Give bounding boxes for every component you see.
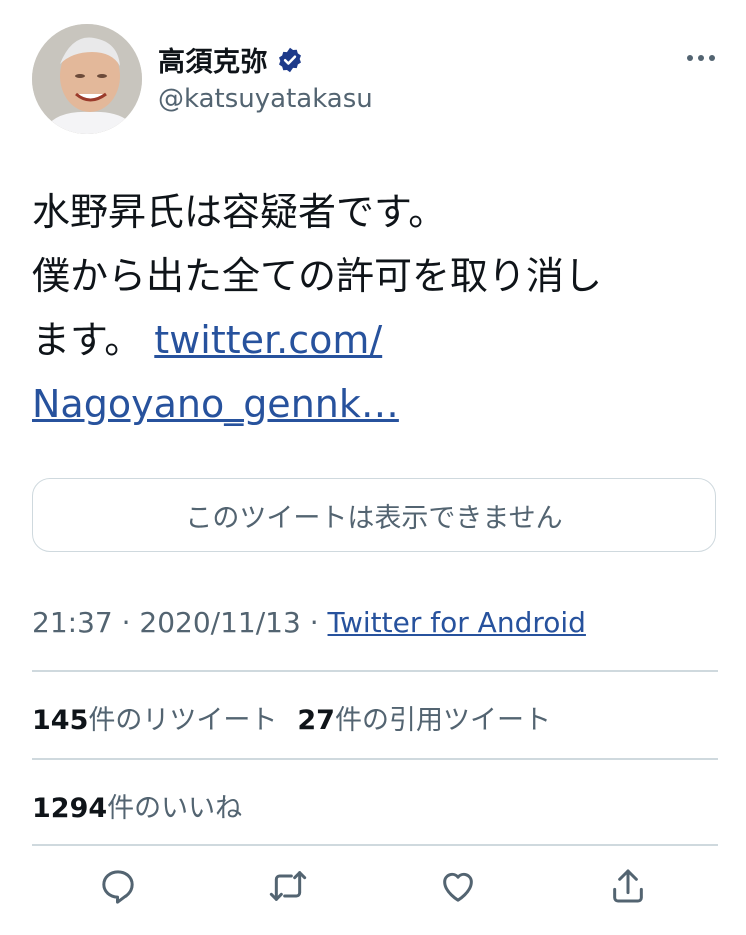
more-options-icon[interactable]: [683, 40, 719, 76]
quotes-stat[interactable]: 27件の引用ツイート: [297, 698, 551, 737]
meta-separator: ·: [309, 606, 319, 639]
tweet-line-text: ます。: [32, 318, 143, 362]
tweet-source-link[interactable]: Twitter for Android: [328, 606, 586, 639]
display-name-row[interactable]: 高須克弥: [158, 40, 304, 79]
quotes-label: 件の引用ツイート: [334, 705, 551, 736]
tweet-meta: 21:37 · 2020/11/13 · Twitter for Android: [32, 606, 586, 639]
quotes-count: 27: [297, 705, 335, 736]
engagement-stats: 145件のリツイート 27件の引用ツイート: [32, 698, 551, 737]
tweet-line: 水野昇氏は容疑者です。: [32, 190, 447, 234]
action-bar: [0, 866, 746, 916]
likes-label: 件のいいね: [107, 793, 243, 824]
tweet-link[interactable]: Nagoyano_gennk…: [32, 382, 399, 426]
tweet-time: 21:37: [32, 606, 113, 639]
reply-icon[interactable]: [98, 866, 138, 906]
user-handle[interactable]: @katsuyatakasu: [158, 84, 373, 114]
likes-stats: 1294件のいいね: [32, 786, 242, 825]
display-name[interactable]: 高須克弥: [158, 40, 268, 79]
tweet-line: 僕から出た全ての許可を取り消し: [32, 254, 603, 298]
likes-count: 1294: [32, 793, 108, 824]
quoted-tweet-unavailable: このツイートは表示できません: [32, 478, 716, 552]
share-icon[interactable]: [608, 866, 648, 906]
retweet-icon[interactable]: [268, 866, 308, 906]
like-icon[interactable]: [438, 866, 478, 906]
retweets-stat[interactable]: 145件のリツイート: [32, 698, 277, 737]
likes-stat[interactable]: 1294件のいいね: [32, 786, 242, 825]
divider: [32, 844, 718, 846]
avatar[interactable]: [32, 24, 142, 134]
tweet-line: ます。 twitter.com/: [32, 308, 722, 372]
retweets-label: 件のリツイート: [88, 705, 278, 736]
tweet-link[interactable]: twitter.com/: [154, 318, 382, 362]
tweet-date: 2020/11/13: [139, 606, 301, 639]
divider: [32, 670, 718, 672]
tweet-text: 水野昇氏は容疑者です。 僕から出た全ての許可を取り消し ます。 twitter.…: [32, 180, 722, 436]
meta-separator: ·: [121, 606, 131, 639]
retweets-count: 145: [32, 705, 89, 736]
verified-badge-icon: [276, 46, 304, 74]
profile-photo-icon: [32, 24, 142, 134]
divider: [32, 758, 718, 760]
tweet-line: Nagoyano_gennk…: [32, 372, 722, 436]
